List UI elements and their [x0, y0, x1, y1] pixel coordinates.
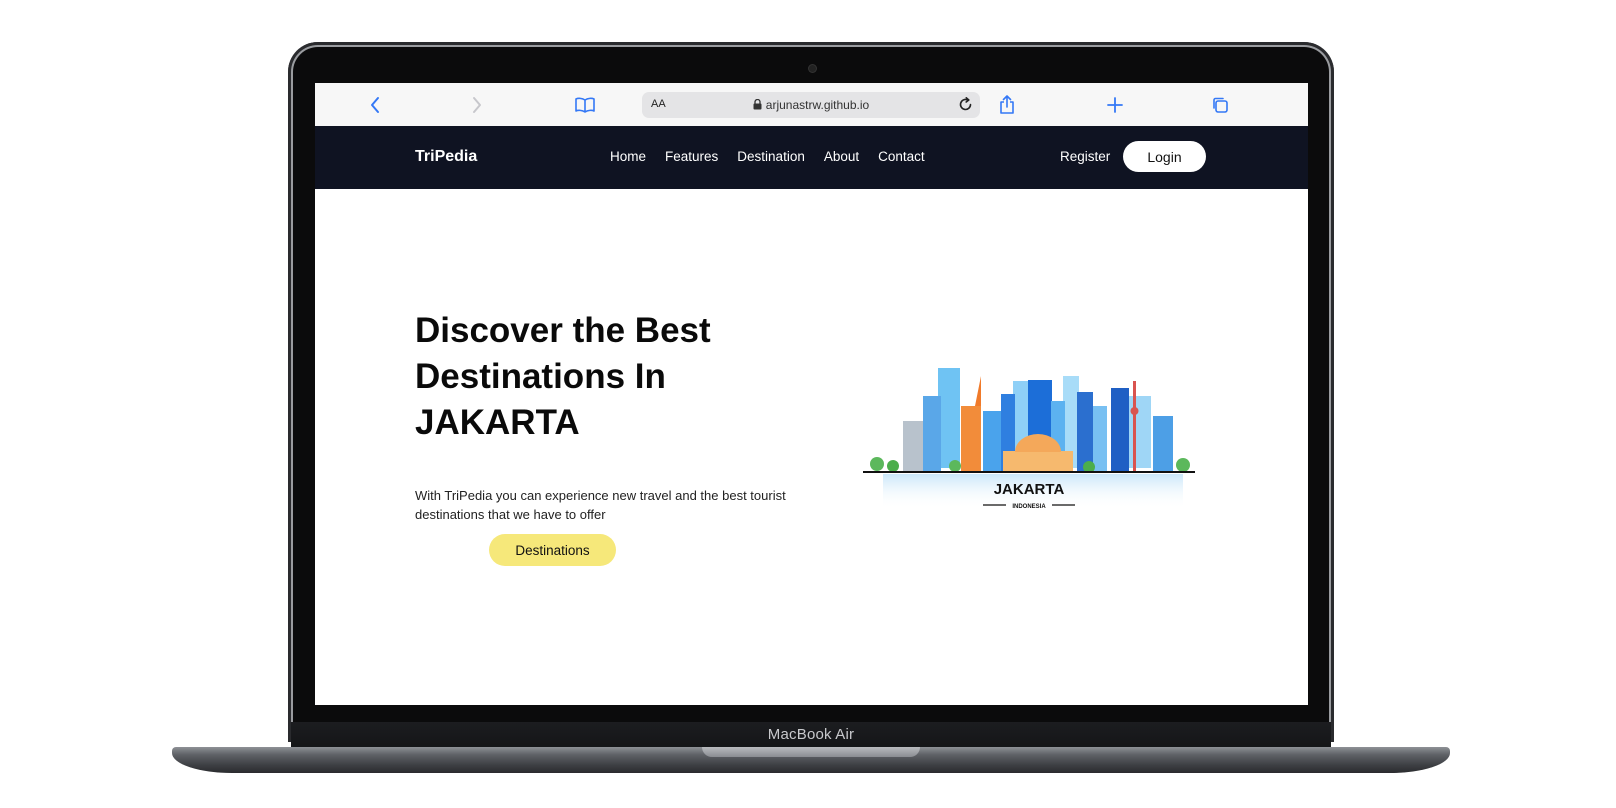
illustration-city-label: JAKARTA [994, 481, 1065, 498]
nav-links: Home Features Destination About Contact [610, 149, 925, 164]
url-text: arjunastrw.github.io [765, 98, 870, 112]
chevron-right-icon [473, 97, 481, 113]
share-icon [1000, 95, 1014, 114]
nav-link-about[interactable]: About [824, 149, 859, 164]
hero-subtitle: With TriPedia you can experience new tra… [415, 488, 786, 522]
back-button[interactable] [363, 93, 387, 117]
lock-icon [753, 99, 762, 110]
bookmarks-button[interactable] [573, 93, 597, 117]
laptop-chin: MacBook Air [291, 722, 1331, 748]
hero-title: Discover the Best Destinations In JAKART… [415, 308, 795, 446]
illustration-country-label: INDONESIA [1012, 504, 1046, 510]
jakarta-skyline-illustration: JAKARTA INDONESIA [863, 368, 1195, 510]
chevron-left-icon [371, 97, 379, 113]
new-tab-button[interactable] [1103, 93, 1127, 117]
tabs-icon [1213, 97, 1228, 113]
login-button[interactable]: Login [1123, 141, 1206, 172]
nav-link-features[interactable]: Features [665, 149, 718, 164]
laptop-notch [702, 747, 920, 757]
book-icon [575, 97, 595, 113]
register-link[interactable]: Register [1060, 149, 1110, 164]
plus-icon [1107, 97, 1123, 113]
nav-link-home[interactable]: Home [610, 149, 646, 164]
forward-button[interactable] [465, 93, 489, 117]
reload-icon[interactable] [958, 97, 973, 112]
destinations-button[interactable]: Destinations [489, 534, 616, 566]
hero-title-line: JAKARTA [415, 403, 580, 442]
device-label: MacBook Air [767, 726, 855, 743]
tabs-overview-button[interactable] [1208, 93, 1232, 117]
url-display: arjunastrw.github.io [642, 98, 980, 112]
share-button[interactable] [995, 93, 1019, 117]
address-bar[interactable]: AA arjunastrw.github.io [642, 92, 980, 118]
webcam [809, 65, 816, 72]
nav-link-contact[interactable]: Contact [878, 149, 925, 164]
hero-title-line: Discover the Best [415, 311, 711, 350]
nav-link-destination[interactable]: Destination [737, 149, 805, 164]
site-navbar: TriPedia Home Features Destination About… [315, 126, 1308, 189]
hero-title-line: Destinations In [415, 357, 666, 396]
screen: AA arjunastrw.github.io TriPedia Home Fe… [315, 83, 1308, 705]
site-logo[interactable]: TriPedia [415, 148, 477, 166]
browser-toolbar: AA arjunastrw.github.io [315, 83, 1308, 127]
